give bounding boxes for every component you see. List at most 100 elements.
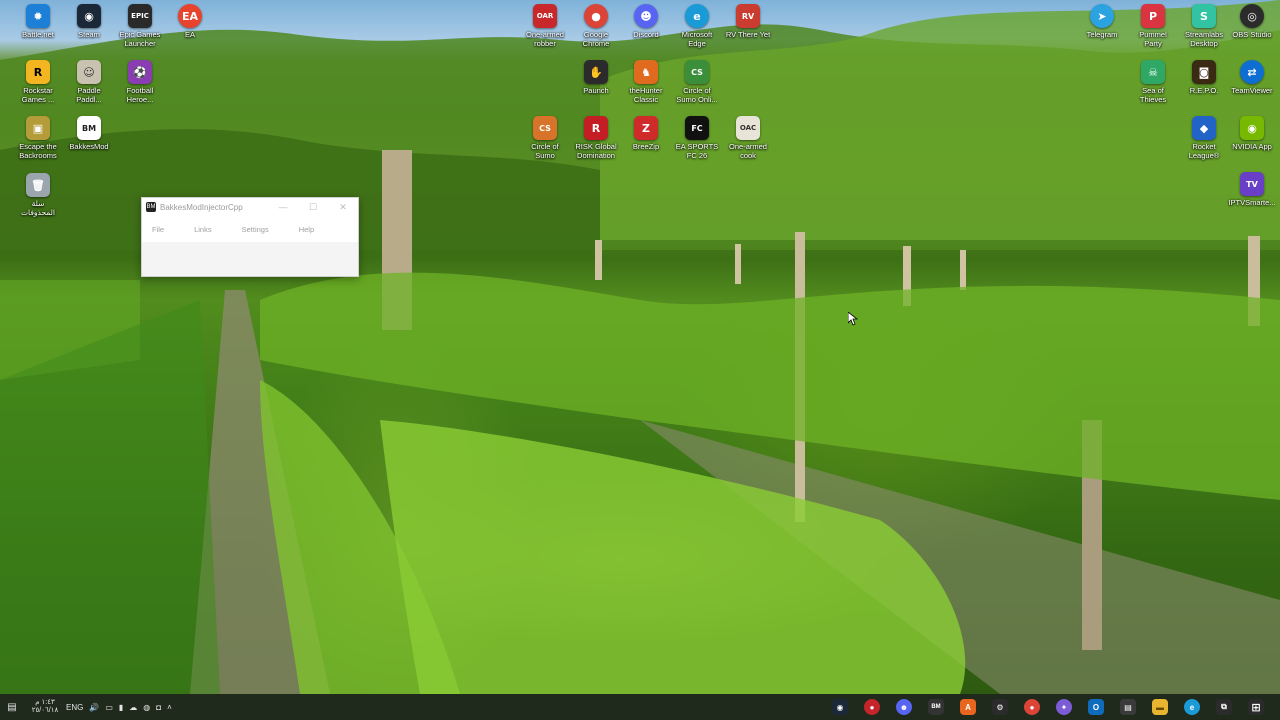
desktop-icon-ea[interactable]: EA EA	[162, 4, 218, 39]
circle-of-sumo-online-icon: CS	[685, 60, 709, 84]
obs-icon: ◎	[1240, 4, 1264, 28]
notification-icon: ▤	[7, 701, 17, 713]
desktop-icon-escape-backrooms[interactable]: ▣ Escape the Backrooms	[10, 116, 66, 160]
window-menubar: File Links Settings Help	[142, 216, 358, 242]
desktop-icon-rv-there-yet[interactable]: RV RV There Yet	[720, 4, 776, 39]
icon-label: IPTVSmarte...	[1228, 198, 1276, 207]
desktop-icon-edge[interactable]: e Microsoft Edge	[669, 4, 725, 48]
rocket-league-icon: ◆	[1192, 116, 1216, 140]
icon-label: TeamViewer	[1231, 86, 1273, 95]
desktop-icon-football-heroes[interactable]: ⚽ Football Heroe...	[112, 60, 168, 104]
desktop-icon-recycle-bin[interactable]: 🗑 سلة المحذوفات	[10, 173, 66, 217]
app-tray-icon[interactable]: ◍	[143, 703, 150, 712]
taskbar-red-app[interactable]: ●	[856, 694, 888, 720]
menu-help[interactable]: Help	[289, 225, 326, 234]
notification-center-button[interactable]: ▤	[0, 694, 24, 720]
icon-label: NVIDIA App	[1232, 142, 1272, 151]
vineyard-wallpaper	[0, 0, 1280, 694]
microphone-icon[interactable]: ▮	[119, 703, 123, 712]
show-hidden-icons-chevron-icon[interactable]: ˄	[167, 703, 172, 712]
icon-label: BakkesMod	[69, 142, 109, 151]
desktop-icon-one-armed-cook[interactable]: OAC One-armed cook	[720, 116, 776, 160]
orange-app-icon: A	[960, 699, 976, 715]
taskbar: ▤ ١:٤٣ م ٢٥/٠٦/١٨ ENG 🔊 ▭ ▮ ☁ ◍ ◘ ˄ ◉ ● …	[0, 694, 1280, 720]
desktop-icon-risk[interactable]: R RISK Global Domination	[568, 116, 624, 160]
desktop-icon-epic-games[interactable]: EPIC Epic Games Launcher	[112, 4, 168, 48]
risk-icon: R	[584, 116, 608, 140]
window-titlebar[interactable]: BM BakkesModInjectorCpp — ☐ ✕	[142, 198, 358, 216]
taskbar-orange-app[interactable]: A	[952, 694, 984, 720]
discord-icon: ☻	[896, 699, 912, 715]
taskbar-copilot[interactable]: ✦	[1048, 694, 1080, 720]
taskbar-store[interactable]: ▤	[1112, 694, 1144, 720]
sea-of-thieves-icon: ☠	[1141, 60, 1165, 84]
taskbar-gear-app[interactable]: ⚙	[984, 694, 1016, 720]
icon-label: Circle of Sumo Onli...	[676, 86, 718, 104]
mouse-cursor-icon	[848, 312, 858, 326]
taskbar-chrome[interactable]: ●	[1016, 694, 1048, 720]
bakkesmod-icon: BM	[77, 116, 101, 140]
one-armed-robber-icon: OAR	[533, 4, 557, 28]
football-heroes-icon: ⚽	[128, 60, 152, 84]
desktop-icon-nvidia[interactable]: ◉ NVIDIA App	[1224, 116, 1280, 151]
escape-backrooms-icon: ▣	[26, 116, 50, 140]
taskbar-edge[interactable]: e	[1176, 694, 1208, 720]
taskbar-file-explorer[interactable]: ▬	[1144, 694, 1176, 720]
desktop-icon-obs[interactable]: ◎ OBS Studio	[1224, 4, 1280, 39]
menu-settings[interactable]: Settings	[232, 225, 281, 234]
thehunter-icon: ♞	[634, 60, 658, 84]
icon-label: سلة المحذوفات	[20, 199, 56, 217]
tray-app-icon[interactable]: ◘	[156, 703, 161, 712]
menu-links[interactable]: Links	[184, 225, 224, 234]
chrome-icon: ●	[584, 4, 608, 28]
paddle-paddle-icon: ☺	[77, 60, 101, 84]
pummel-party-icon: P	[1141, 4, 1165, 28]
menu-file[interactable]: File	[142, 225, 176, 234]
desktop-icon-sea-of-thieves[interactable]: ☠ Sea of Thieves	[1125, 60, 1181, 104]
taskbar-steam[interactable]: ◉	[824, 694, 856, 720]
nvidia-icon: ◉	[1240, 116, 1264, 140]
epic-games-icon: EPIC	[128, 4, 152, 28]
task-view-icon: ⧉	[1216, 699, 1232, 715]
app-red-icon: ●	[864, 699, 880, 715]
task-view-button[interactable]: ⧉	[1208, 694, 1240, 720]
system-tray: ▤ ١:٤٣ م ٢٥/٠٦/١٨ ENG 🔊 ▭ ▮ ☁ ◍ ◘ ˄	[0, 694, 172, 720]
clock-date: ٢٥/٠٦/١٨	[31, 707, 59, 714]
bakkesmod-app-icon: BM	[146, 202, 156, 212]
battlenet-icon: ✹	[26, 4, 50, 28]
onedrive-icon[interactable]: ☁	[129, 703, 137, 712]
repo-icon: ◙	[1192, 60, 1216, 84]
iptv-smarters-icon: TV	[1240, 172, 1264, 196]
desktop-icon-chrome[interactable]: ● Google Chrome	[568, 4, 624, 48]
desktop-icon-teamviewer[interactable]: ⇄ TeamViewer	[1224, 60, 1280, 95]
icon-label: RV There Yet	[725, 30, 771, 39]
bakkesmod-icon: BM	[928, 699, 944, 715]
maximize-button[interactable]: ☐	[298, 198, 328, 216]
start-button[interactable]: ⊞	[1240, 694, 1272, 720]
desktop-icon-circle-of-sumo-online[interactable]: CS Circle of Sumo Onli...	[669, 60, 725, 104]
minimize-button[interactable]: —	[268, 198, 298, 216]
desktop-icon-iptv-smarters[interactable]: TV IPTVSmarte...	[1224, 172, 1280, 207]
edge-icon: e	[685, 4, 709, 28]
breezip-icon: Z	[634, 116, 658, 140]
taskbar-bakkesmod[interactable]: BM	[920, 694, 952, 720]
taskbar-discord[interactable]: ☻	[888, 694, 920, 720]
taskbar-clock[interactable]: ١:٤٣ م ٢٥/٠٦/١٨	[28, 699, 62, 715]
maximize-icon: ☐	[308, 201, 318, 212]
windows-start-icon: ⊞	[1248, 699, 1264, 715]
network-icon[interactable]: ▭	[105, 703, 113, 712]
paunch-icon: ✋	[584, 60, 608, 84]
close-button[interactable]: ✕	[328, 198, 358, 216]
window-title: BakkesModInjectorCpp	[160, 202, 243, 212]
rv-there-yet-icon: RV	[736, 4, 760, 28]
icon-label: One-armed cook	[729, 142, 767, 160]
steam-icon: ◉	[832, 699, 848, 715]
clock-time: ١:٤٣ م	[35, 699, 55, 706]
ea-icon: EA	[178, 4, 202, 28]
language-indicator[interactable]: ENG	[66, 703, 83, 712]
store-icon: ▤	[1120, 699, 1136, 715]
desktop-icon-bakkesmod[interactable]: BM BakkesMod	[61, 116, 117, 151]
bakkesmod-injector-window[interactable]: BM BakkesModInjectorCpp — ☐ ✕ File Links…	[141, 197, 359, 277]
taskbar-outlook[interactable]: O	[1080, 694, 1112, 720]
volume-icon[interactable]: 🔊	[89, 703, 99, 712]
